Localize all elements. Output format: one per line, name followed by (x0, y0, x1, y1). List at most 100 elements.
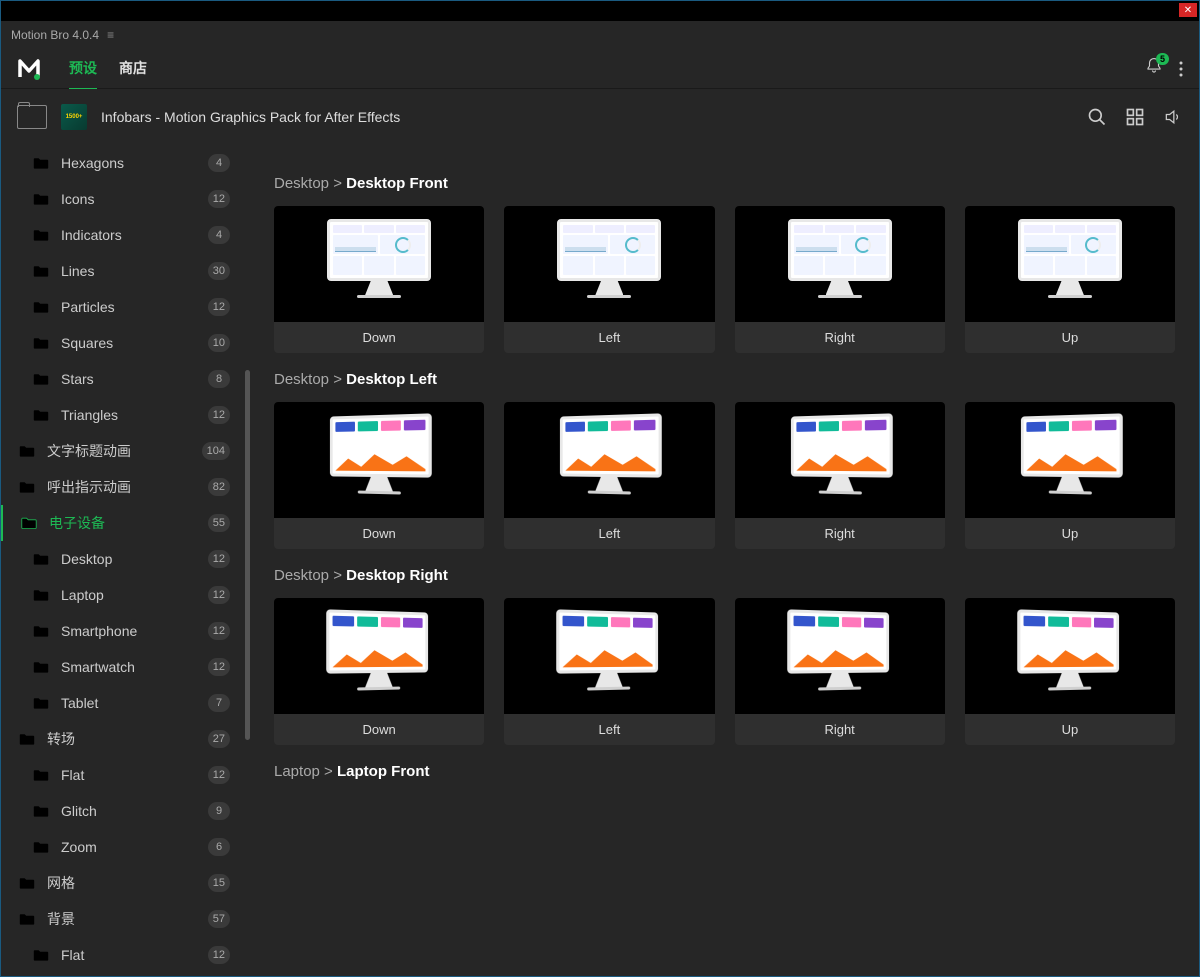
main-content: Desktop > Desktop FrontDownLeftRightUpDe… (250, 145, 1199, 976)
title-bar: Motion Bro 4.0.4 ≡ (1, 21, 1199, 49)
preset-card[interactable]: Down (274, 598, 484, 745)
tab-presets[interactable]: 预设 (69, 48, 97, 90)
preset-card[interactable]: Up (965, 206, 1175, 353)
sidebar-item-label: Lines (61, 263, 94, 279)
preset-thumbnail (965, 206, 1175, 322)
sidebar-item-18[interactable]: Glitch9 (1, 793, 246, 829)
preset-card[interactable]: Left (504, 402, 714, 549)
sidebar-item-17[interactable]: Flat12 (1, 757, 246, 793)
preset-card[interactable]: Down (274, 206, 484, 353)
preset-card[interactable]: Right (735, 402, 945, 549)
app-logo (17, 57, 41, 81)
sidebar-item-8[interactable]: 文字标题动画104 (1, 433, 246, 469)
sidebar-item-count: 10 (208, 334, 230, 352)
sidebar-item-0[interactable]: Hexagons 4 (1, 145, 246, 181)
desktop-illustration (324, 219, 434, 309)
sidebar-item-count: 12 (208, 190, 230, 208)
preset-label: Down (274, 518, 484, 549)
sidebar-item-count: 4 (208, 154, 230, 172)
sidebar-item-label: Indicators (61, 227, 122, 243)
app-title: Motion Bro 4.0.4 (11, 28, 99, 42)
preset-card[interactable]: Up (965, 402, 1175, 549)
preset-thumbnail (965, 598, 1175, 714)
menu-icon[interactable]: ≡ (107, 28, 114, 42)
sidebar-item-2[interactable]: Indicators4 (1, 217, 246, 253)
sidebar-item-15[interactable]: Tablet7 (1, 685, 246, 721)
sidebar-item-count: 9 (208, 802, 230, 820)
preset-thumbnail (504, 598, 714, 714)
preset-card[interactable]: Right (735, 598, 945, 745)
breadcrumb-crumb: Desktop (274, 567, 329, 584)
desktop-illustration (554, 219, 664, 309)
sidebar-item-count: 12 (208, 586, 230, 604)
sidebar-item-count: 12 (208, 946, 230, 964)
sidebar-item-21[interactable]: 背景57 (1, 901, 246, 937)
sidebar-item-label: Hexagons (61, 155, 124, 171)
preset-thumbnail (965, 402, 1175, 518)
sidebar-item-count: 7 (208, 694, 230, 712)
sidebar-item-4[interactable]: Particles12 (1, 289, 246, 325)
preset-card[interactable]: Up (965, 598, 1175, 745)
sidebar-item-count: 82 (208, 478, 230, 496)
view-grid-button[interactable] (1125, 107, 1145, 127)
sidebar-item-1[interactable]: Icons12 (1, 181, 246, 217)
sidebar: Hexagons4Icons12Indicators4Lines30Partic… (1, 145, 250, 976)
sidebar-item-20[interactable]: 网格 15 (1, 865, 246, 901)
preset-thumbnail (735, 206, 945, 322)
preset-card[interactable]: Left (504, 598, 714, 745)
sidebar-item-7[interactable]: Triangles12 (1, 397, 246, 433)
sidebar-item-label: 网格 (47, 873, 75, 893)
sidebar-item-9[interactable]: 呼出指示动画 82 (1, 469, 246, 505)
sidebar-item-label: Particles (61, 299, 115, 315)
preset-thumbnail (735, 598, 945, 714)
sidebar-item-11[interactable]: Desktop12 (1, 541, 246, 577)
sidebar-item-6[interactable]: Stars8 (1, 361, 246, 397)
sidebar-item-label: Flat (61, 767, 84, 783)
sidebar-item-label: 电子设备 (49, 513, 105, 533)
sidebar-item-label: Smartphone (61, 623, 137, 639)
desktop-illustration (553, 609, 661, 703)
speaker-icon (1163, 107, 1183, 127)
folder-up-button[interactable] (17, 105, 47, 129)
sidebar-item-label: Zoom (61, 839, 97, 855)
preset-card[interactable]: Right (735, 206, 945, 353)
sidebar-item-count: 12 (208, 550, 230, 568)
sidebar-item-count: 6 (208, 838, 230, 856)
preset-thumbnail (274, 206, 484, 322)
section-title: Desktop > Desktop Front (274, 175, 1175, 192)
sidebar-item-10[interactable]: 电子设备55 (1, 505, 246, 541)
sidebar-item-count: 15 (208, 874, 230, 892)
preset-label: Left (504, 518, 714, 549)
sidebar-item-16[interactable]: 转场27 (1, 721, 246, 757)
sidebar-item-5[interactable]: Squares10 (1, 325, 246, 361)
sidebar-item-label: 呼出指示动画 (47, 477, 131, 497)
pack-icon[interactable]: 1500+ (61, 104, 87, 130)
sound-button[interactable] (1163, 107, 1183, 127)
preset-thumbnail (504, 402, 714, 518)
search-button[interactable] (1087, 107, 1107, 127)
sidebar-item-12[interactable]: Laptop12 (1, 577, 246, 613)
tab-store[interactable]: 商店 (119, 48, 147, 90)
preset-label: Left (504, 322, 714, 353)
preset-card[interactable]: Down (274, 402, 484, 549)
sidebar-item-3[interactable]: Lines30 (1, 253, 246, 289)
preset-label: Up (965, 322, 1175, 353)
preset-card[interactable]: Left (504, 206, 714, 353)
preset-thumbnail (274, 598, 484, 714)
breadcrumb-name: Desktop Front (346, 175, 448, 192)
notifications-button[interactable]: 5 (1145, 57, 1163, 80)
preset-thumbnail (274, 402, 484, 518)
sidebar-item-22[interactable]: Flat12 (1, 937, 246, 973)
sidebar-item-19[interactable]: Zoom 6 (1, 829, 246, 865)
desktop-illustration (327, 413, 435, 507)
breadcrumb-bar: 1500+ Infobars - Motion Graphics Pack fo… (1, 89, 1199, 145)
close-button[interactable]: ✕ (1179, 3, 1197, 17)
more-button[interactable] (1179, 61, 1183, 77)
sidebar-item-count: 27 (208, 730, 230, 748)
section-title: Desktop > Desktop Left (274, 371, 1175, 388)
preset-thumbnail (504, 206, 714, 322)
main-header: 预设 商店 5 (1, 49, 1199, 89)
sidebar-item-14[interactable]: Smartwatch12 (1, 649, 246, 685)
sidebar-item-13[interactable]: Smartphone12 (1, 613, 246, 649)
desktop-illustration (1015, 219, 1125, 309)
